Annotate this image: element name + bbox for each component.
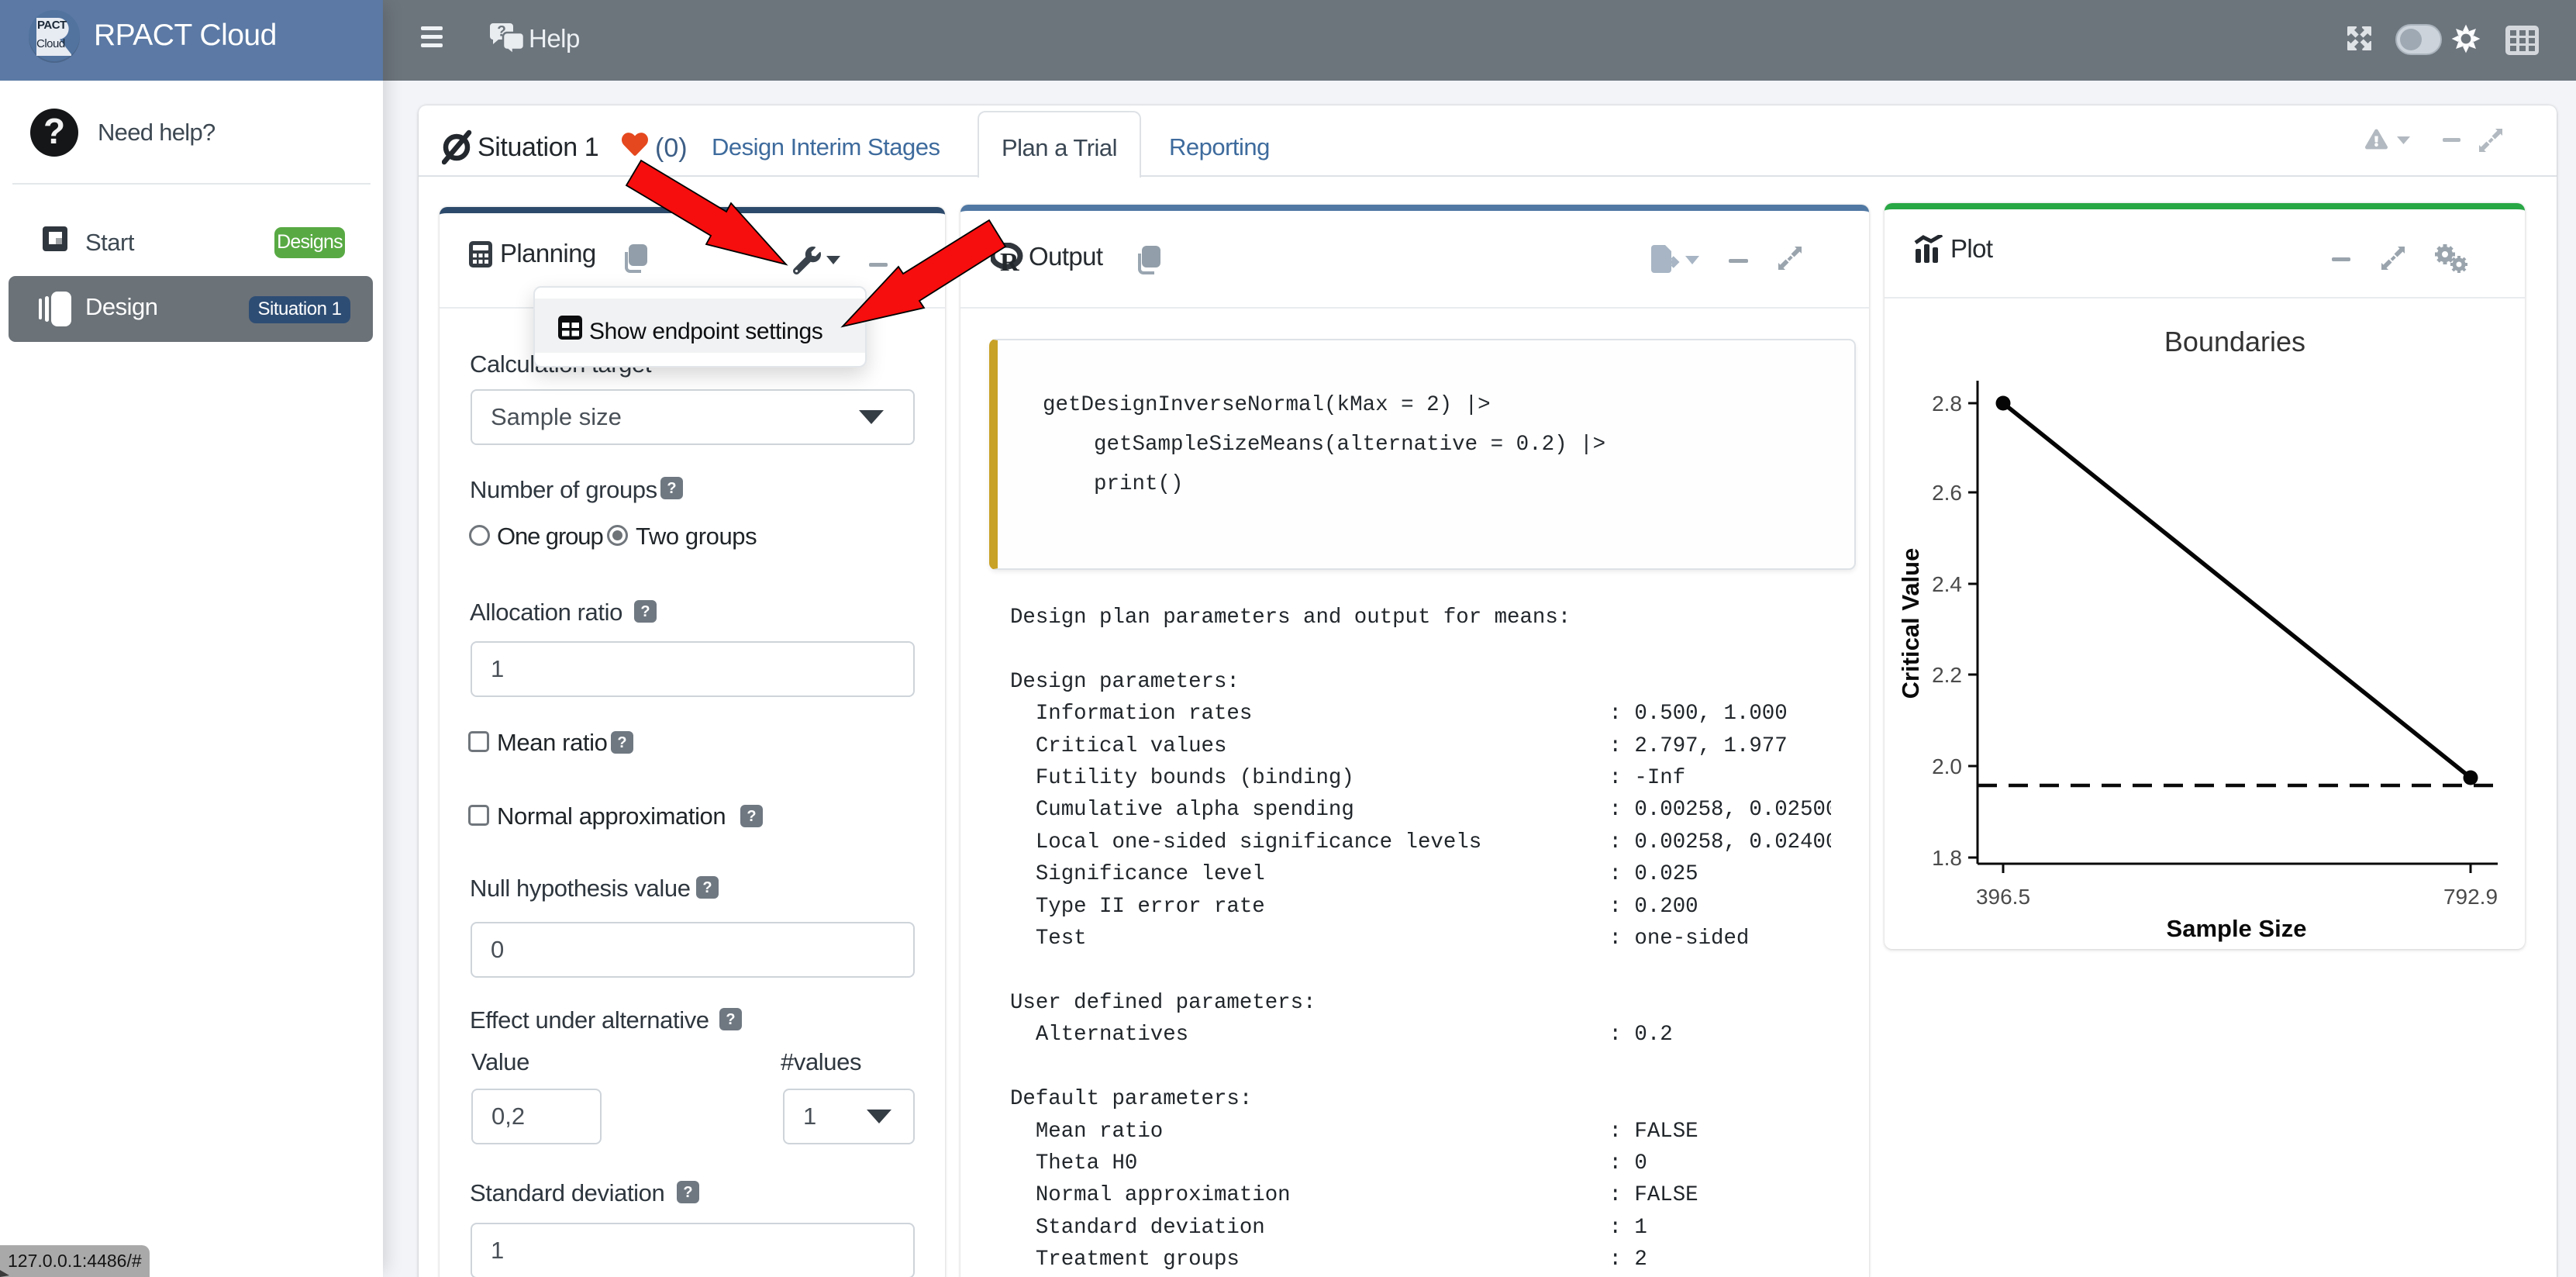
svg-text:792.9: 792.9 xyxy=(2443,885,2498,909)
svg-text:Sample Size: Sample Size xyxy=(2167,915,2307,942)
svg-text:PACT: PACT xyxy=(37,19,67,32)
svg-text:Critical Value: Critical Value xyxy=(1897,548,1924,699)
svg-text:Cloud: Cloud xyxy=(36,37,65,50)
svg-text:2.2: 2.2 xyxy=(1932,663,1962,687)
svg-text:2.8: 2.8 xyxy=(1932,392,1962,416)
svg-text:R: R xyxy=(1000,248,1019,272)
svg-text:?: ? xyxy=(43,111,65,151)
svg-text:2.6: 2.6 xyxy=(1932,481,1962,505)
svg-text:396.5: 396.5 xyxy=(1976,885,2030,909)
svg-text:1.8: 1.8 xyxy=(1932,846,1962,870)
svg-text:2.0: 2.0 xyxy=(1932,754,1962,778)
svg-text:Boundaries: Boundaries xyxy=(2164,326,2305,357)
svg-text:2.4: 2.4 xyxy=(1932,572,1962,596)
